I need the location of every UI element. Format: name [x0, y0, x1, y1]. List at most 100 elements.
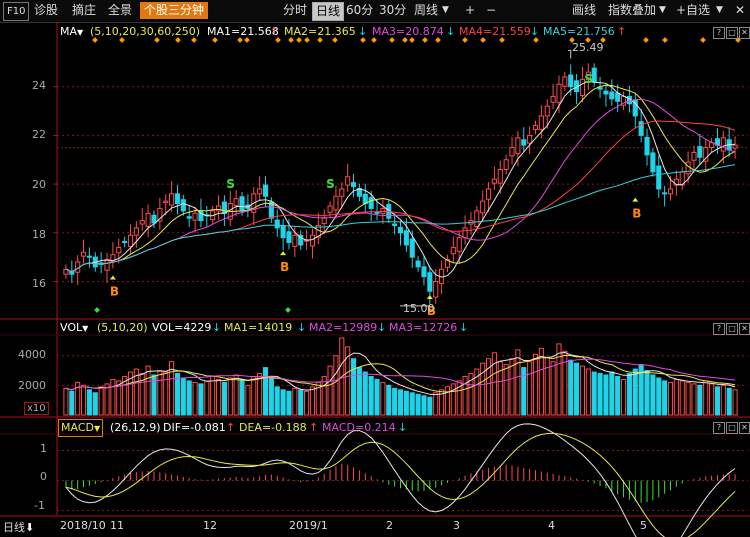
- candle-body: [485, 188, 492, 200]
- macd-tick-neg1: -1: [34, 499, 45, 512]
- volume-bar: [145, 365, 151, 416]
- candle-body: [80, 251, 87, 257]
- candle-body: [280, 225, 286, 239]
- candle-body: [732, 144, 738, 149]
- intraday-tab[interactable]: 个股三分钟: [140, 2, 209, 19]
- volume-bar: [409, 392, 415, 416]
- period-selector[interactable]: 日线⬇: [3, 519, 34, 535]
- candle-body: [509, 147, 515, 157]
- weekly-dropdown-icon[interactable]: ▼: [442, 2, 449, 19]
- volume-bar: [251, 375, 257, 416]
- volume-bar: [227, 377, 233, 416]
- drawline-button[interactable]: 画线: [572, 2, 596, 19]
- candle-body: [163, 200, 169, 204]
- volume-bar: [421, 395, 427, 416]
- vol-close-icon[interactable]: ✕: [739, 323, 750, 335]
- candle-body: [697, 146, 703, 158]
- chart-area[interactable]: BBBBS SS: [0, 22, 750, 537]
- sell-signal-label: S: [326, 177, 335, 191]
- candle-body: [368, 197, 374, 209]
- candle-body: [174, 193, 181, 205]
- overlay-dropdown-icon[interactable]: ▼: [659, 2, 666, 19]
- ma-indicator-button[interactable]: MA▼: [60, 24, 83, 40]
- volume-bar: [239, 380, 245, 416]
- candle-body: [345, 176, 351, 186]
- vol-help-icon[interactable]: ?: [713, 323, 725, 335]
- high-price-label: 25.49: [572, 41, 604, 54]
- diagnose-button[interactable]: 诊股: [34, 2, 58, 19]
- volume-bar: [709, 383, 715, 416]
- candle-body: [691, 151, 697, 161]
- ma-params: (5,10,20,30,60,250): [90, 25, 201, 38]
- period-weekly[interactable]: 周线: [414, 2, 438, 19]
- volume-bar: [568, 359, 574, 416]
- f10-button[interactable]: F10: [3, 2, 30, 21]
- volume-bar: [104, 383, 110, 416]
- volume-bar: [80, 384, 87, 416]
- event-marker: [700, 37, 706, 43]
- candle-body: [397, 226, 404, 234]
- volume-bar: [550, 361, 556, 416]
- macd-histogram: [65, 463, 736, 503]
- volume-bar: [562, 350, 568, 416]
- candle-body: [139, 220, 145, 225]
- vol-tick-2000: 2000: [18, 379, 46, 392]
- candle-body: [544, 105, 550, 117]
- volume-bar: [732, 389, 738, 416]
- price-close-icon[interactable]: ✕: [739, 27, 750, 39]
- volume-bar: [620, 378, 627, 416]
- candle-body: [327, 205, 333, 213]
- volume-bar: [86, 389, 92, 416]
- candle-body: [644, 136, 650, 156]
- price-help-icon[interactable]: ?: [713, 27, 725, 39]
- volume-bar: [192, 381, 198, 416]
- dif-value: DIF=-0.081: [163, 421, 226, 434]
- period-daily[interactable]: 日线: [312, 2, 345, 21]
- picks-button[interactable]: 摘庄: [72, 2, 96, 19]
- xlabel-12: 12: [203, 519, 217, 532]
- close-icon[interactable]: ✕: [735, 2, 745, 19]
- volume-bar: [632, 368, 638, 416]
- price-maximize-icon[interactable]: □: [726, 27, 738, 39]
- candle-body: [497, 168, 503, 184]
- candle-body: [415, 260, 421, 268]
- buy-arrow-icon: [109, 275, 116, 280]
- volume-bar: [304, 390, 310, 416]
- zoom-in-button[interactable]: +: [465, 2, 475, 19]
- candle-body: [116, 246, 122, 254]
- zoom-out-button[interactable]: −: [486, 2, 496, 19]
- ma3-value: MA3=20.874: [372, 25, 444, 38]
- candle-body: [339, 188, 345, 197]
- sell-signal-label: S: [226, 177, 235, 191]
- candle-body: [133, 227, 139, 236]
- bottom-event-marker: [285, 307, 291, 313]
- volume-bar: [245, 384, 251, 416]
- vol-maximize-icon[interactable]: □: [726, 323, 738, 335]
- period-60min[interactable]: 60分: [346, 2, 373, 19]
- favorite-dropdown-icon[interactable]: ▼: [716, 2, 723, 19]
- candle-body: [462, 227, 468, 239]
- candle-body: [650, 152, 656, 173]
- xlabel-2018-10: 2018/10: [60, 519, 106, 532]
- volume-bar: [350, 358, 357, 416]
- candle-body: [538, 115, 544, 131]
- ma5-arrow-icon: ↑: [617, 25, 627, 38]
- fullview-button[interactable]: 全景: [108, 2, 132, 19]
- macd-maximize-icon[interactable]: □: [726, 422, 738, 434]
- volume-bar: [515, 349, 521, 416]
- period-intraday[interactable]: 分时: [283, 2, 307, 19]
- moving-average-lines: [65, 49, 736, 307]
- price-tick-20: 20: [32, 178, 46, 191]
- volume-bar: [444, 386, 451, 416]
- macd-indicator-button[interactable]: MACD▼: [58, 419, 104, 437]
- candle-body: [521, 139, 527, 146]
- xlabel-11: 11: [110, 519, 124, 532]
- overlay-button[interactable]: 指数叠加: [608, 2, 656, 19]
- period-30min[interactable]: 30分: [379, 2, 406, 19]
- volume-bar: [667, 381, 674, 416]
- add-favorite-button[interactable]: +自选: [676, 2, 710, 19]
- vol-indicator-button[interactable]: VOL▼: [60, 320, 88, 336]
- candle-body: [192, 212, 198, 221]
- macd-help-icon[interactable]: ?: [713, 422, 725, 434]
- macd-close-icon[interactable]: ✕: [739, 422, 750, 434]
